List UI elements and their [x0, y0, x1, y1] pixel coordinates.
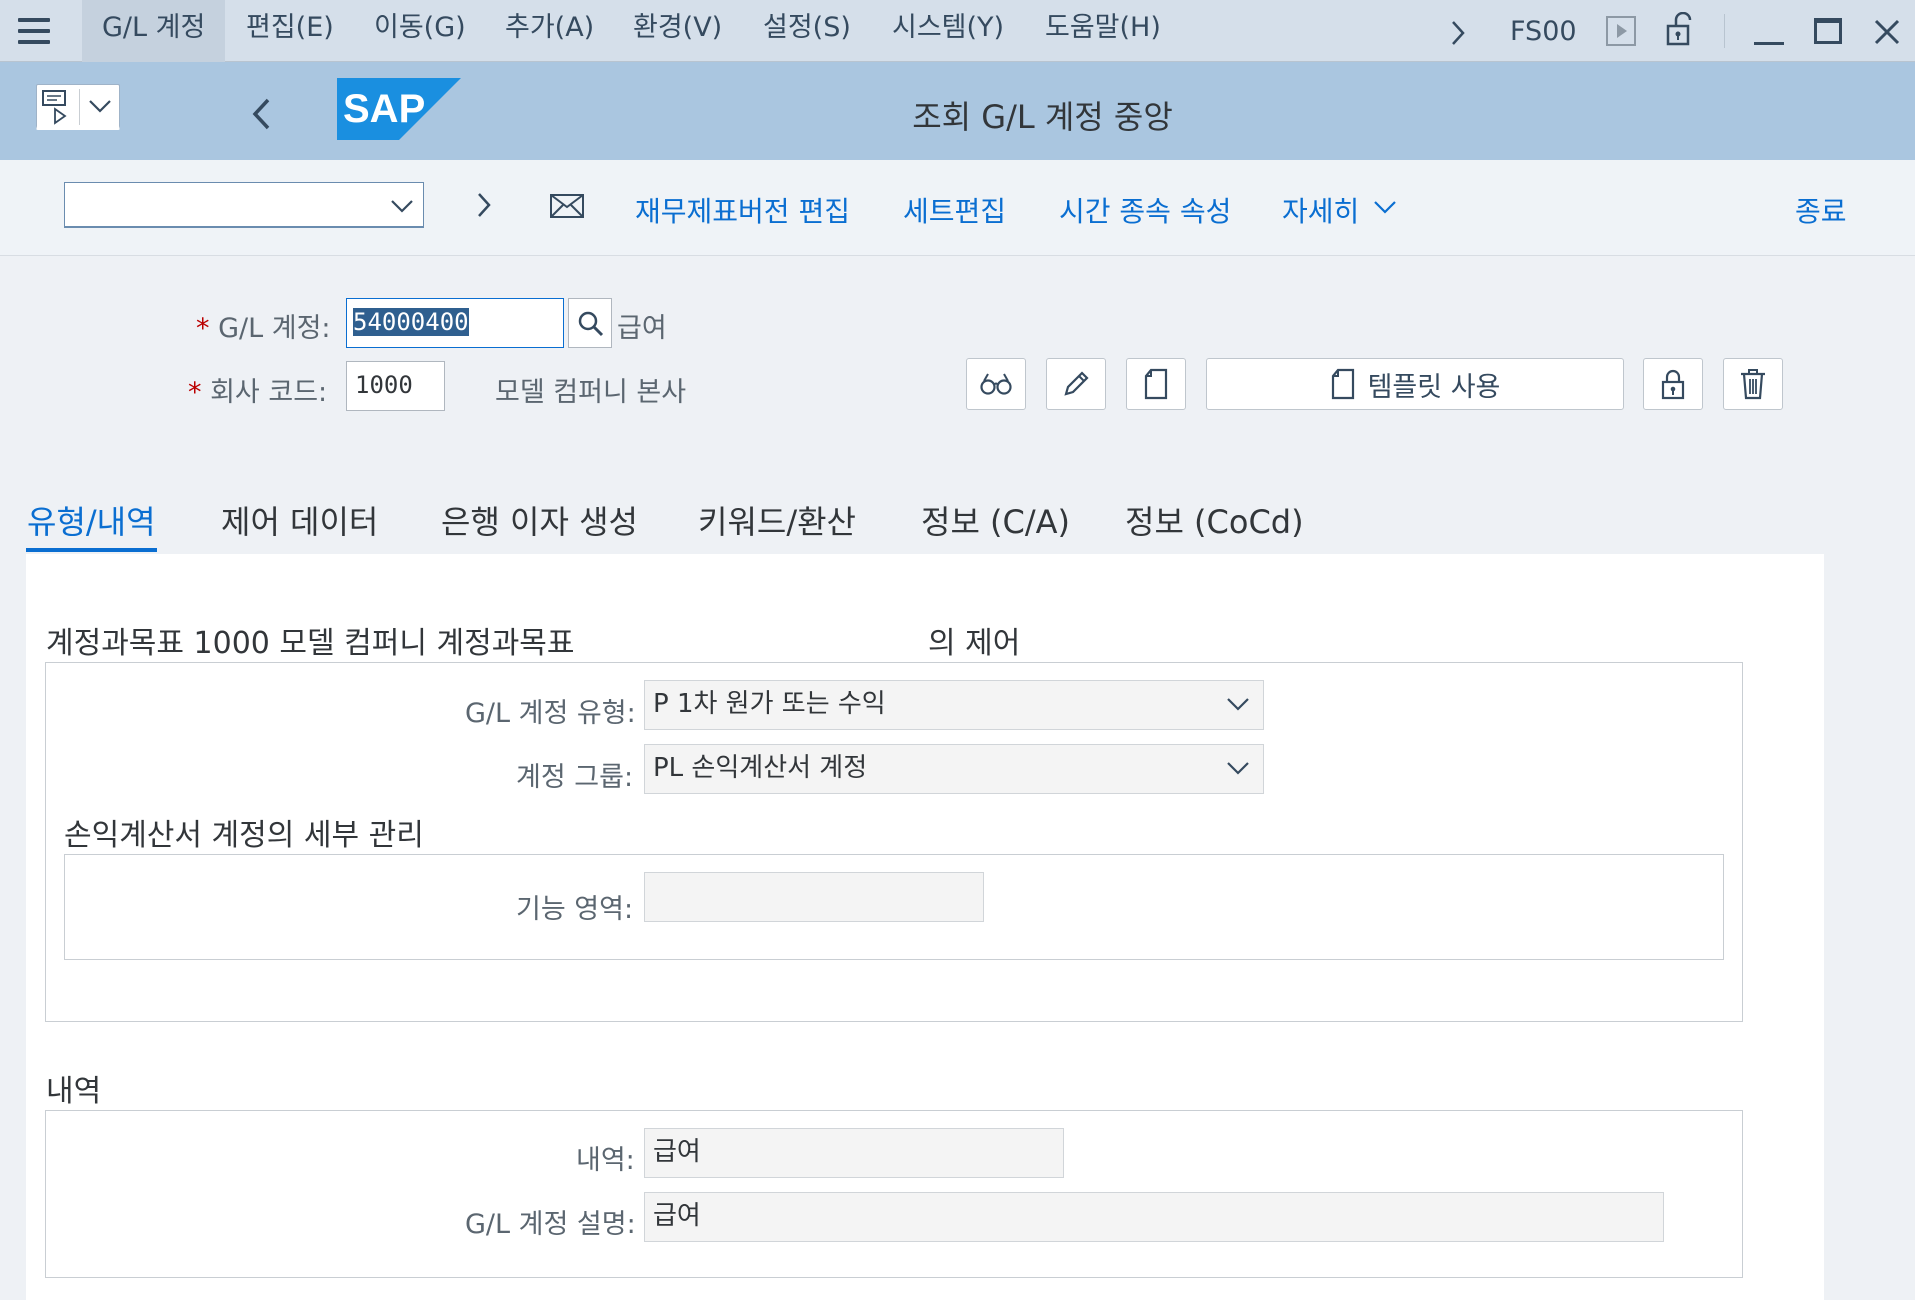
tab-information-cocd[interactable]: 정보 (CoCd) [1125, 497, 1304, 543]
edit-fs-version-button[interactable]: 재무제표버전 편집 [635, 190, 850, 230]
display-button[interactable] [966, 358, 1026, 410]
functional-area-input[interactable] [644, 872, 984, 922]
envelope-icon[interactable] [550, 194, 584, 218]
menu-system[interactable]: 시스템(Y) [892, 0, 1004, 62]
time-dependent-attributes-button[interactable]: 시간 종속 속성 [1059, 190, 1231, 230]
gl-account-input[interactable]: 54000400 [346, 298, 564, 348]
command-dropdown[interactable] [64, 182, 424, 228]
transaction-code[interactable]: FS00 [1510, 4, 1577, 66]
run-transaction-icon[interactable] [1606, 16, 1636, 46]
hamburger-menu-icon[interactable] [18, 16, 50, 44]
account-group-label: 계정 그룹: [516, 762, 634, 793]
menu-edit[interactable]: 편집(E) [246, 0, 334, 62]
active-tab-indicator [26, 548, 157, 552]
gl-account-text: 급여 [617, 313, 667, 344]
menu-bar: G/L 계정 편집(E) 이동(G) 추가(A) 환경(V) 설정(S) 시스템… [0, 0, 1915, 62]
gl-account-search-button[interactable] [568, 298, 612, 348]
company-code-label: * 회사 코드: [188, 377, 328, 408]
menu-gl-account[interactable]: G/L 계정 [82, 0, 226, 62]
unlock-icon[interactable] [1664, 12, 1698, 48]
exit-button[interactable]: 종료 [1795, 190, 1847, 230]
chevron-down-icon [391, 200, 413, 213]
menu-goto[interactable]: 이동(G) [374, 0, 466, 62]
minimize-icon[interactable] [1754, 42, 1784, 45]
pencil-icon [1064, 371, 1089, 396]
tab-type-description[interactable]: 유형/내역 [27, 497, 156, 543]
gl-account-label: * G/L 계정: [196, 313, 331, 344]
menu-extras[interactable]: 추가(A) [505, 0, 594, 62]
glasses-icon [980, 373, 1012, 395]
short-text-label: 내역: [576, 1145, 635, 1176]
long-text-input[interactable]: 급여 [644, 1192, 1664, 1242]
account-type-dropdown[interactable]: P 1차 원가 또는 수익 [644, 680, 1264, 730]
account-type-value: P 1차 원가 또는 수익 [653, 689, 886, 719]
title-bar: SAP 조회 G/L 계정 중앙 [0, 62, 1915, 160]
application-toolbar: 재무제표버전 편집 세트편집 시간 종속 속성 자세히 종료 [0, 160, 1915, 256]
control-section-title: 계정과목표 1000 모델 컴퍼니 계정과목표 [46, 626, 575, 661]
account-group-value: PL 손익계산서 계정 [653, 753, 868, 783]
delete-button[interactable] [1723, 358, 1783, 410]
chevron-right-icon[interactable] [474, 190, 494, 220]
company-code-input[interactable]: 1000 [346, 361, 445, 411]
chevron-down-icon [1227, 698, 1249, 711]
template-button[interactable]: 템플릿 사용 [1206, 358, 1624, 410]
chevron-down-icon [1227, 762, 1249, 775]
functional-area-label: 기능 영역: [516, 894, 634, 925]
document-icon [1144, 368, 1168, 400]
account-type-label: G/L 계정 유형: [465, 698, 636, 729]
more-button[interactable]: 자세히 [1282, 190, 1359, 230]
long-text-label: G/L 계정 설명: [465, 1209, 636, 1240]
tab-control-data[interactable]: 제어 데이터 [221, 497, 378, 543]
menu-environment[interactable]: 환경(V) [633, 0, 722, 62]
pl-detail-title: 손익계산서 계정의 세부 관리 [64, 818, 424, 853]
tab-interest-calculation[interactable]: 은행 이자 생성 [441, 497, 638, 543]
control-section-title-suffix: 의 제어 [928, 626, 1021, 661]
search-icon [578, 311, 604, 337]
document-icon [1331, 368, 1354, 400]
menubar-divider [1724, 14, 1725, 48]
short-text-input[interactable]: 급여 [644, 1128, 1064, 1178]
edit-set-button[interactable]: 세트편집 [903, 190, 1006, 230]
gl-account-value: 54000400 [353, 308, 469, 336]
chevron-down-icon[interactable] [1372, 198, 1398, 216]
company-code-text: 모델 컴퍼니 본사 [495, 377, 687, 408]
chevron-right-icon[interactable] [1448, 18, 1468, 48]
template-button-label: 템플릿 사용 [1367, 371, 1501, 403]
block-button[interactable] [1643, 358, 1703, 410]
page-title: 조회 G/L 계정 중앙 [912, 98, 1173, 136]
trash-icon [1741, 369, 1765, 400]
account-group-dropdown[interactable]: PL 손익계산서 계정 [644, 744, 1264, 794]
maximize-icon[interactable] [1814, 18, 1842, 44]
menu-settings[interactable]: 설정(S) [763, 0, 851, 62]
tab-information-ca[interactable]: 정보 (C/A) [921, 497, 1070, 543]
description-section-title: 내역 [46, 1074, 102, 1109]
close-icon[interactable] [1873, 18, 1901, 46]
lock-icon [1661, 369, 1685, 400]
edit-button[interactable] [1046, 358, 1106, 410]
tab-keywords-translation[interactable]: 키워드/환산 [698, 497, 856, 543]
menu-help[interactable]: 도움말(H) [1045, 0, 1161, 62]
create-button[interactable] [1126, 358, 1186, 410]
